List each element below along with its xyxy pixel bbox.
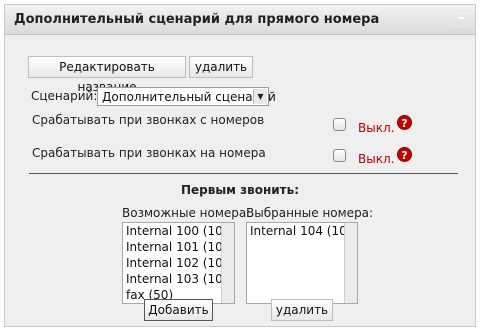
help-icon[interactable]: ?	[397, 147, 412, 162]
add-number-button[interactable]: Добавить	[144, 299, 213, 321]
list-item[interactable]: Internal 100 (100)	[123, 223, 234, 239]
list-item[interactable]: Internal 102 (102)	[123, 255, 234, 271]
collapse-icon[interactable]: –	[453, 10, 470, 27]
list-item[interactable]: Internal 103 (103)	[123, 271, 234, 287]
trigger-from-label: Срабатывать при звонках с номеров	[32, 113, 265, 127]
trigger-from-checkbox[interactable]	[333, 118, 346, 131]
list-item[interactable]: Internal 101 (101)	[123, 239, 234, 255]
scenario-panel: Дополнительный сценарий для прямого номе…	[4, 4, 476, 327]
panel-title: Дополнительный сценарий для прямого номе…	[14, 12, 380, 27]
scenario-label: Сценарий:	[31, 89, 98, 103]
edit-name-button[interactable]: Редактировать название	[28, 56, 186, 94]
chevron-down-icon: ▼	[253, 89, 267, 104]
selected-numbers-list[interactable]: Internal 104 (104)	[246, 222, 358, 304]
help-icon[interactable]: ?	[397, 115, 412, 130]
scenario-select[interactable]: Дополнительный сценарий ▼	[97, 87, 276, 106]
panel-header: Дополнительный сценарий для прямого номе…	[5, 5, 475, 35]
first-call-heading: Первым звонить:	[180, 183, 300, 197]
list-item[interactable]: Internal 104 (104)	[247, 223, 357, 239]
scrollbar[interactable]	[344, 223, 357, 303]
divider	[29, 173, 458, 174]
trigger-to-checkbox[interactable]	[333, 149, 346, 162]
scenario-select-value: Дополнительный сценарий	[102, 90, 276, 104]
available-numbers-label: Возможные номера:	[122, 206, 251, 220]
scrollbar[interactable]	[221, 223, 234, 303]
trigger-to-status: Выкл.	[358, 152, 395, 166]
delete-scenario-button[interactable]: удалить	[189, 56, 253, 78]
selected-numbers-label: Выбранные номера:	[246, 206, 374, 220]
trigger-to-label: Срабатывать при звонках на номера	[32, 146, 266, 160]
trigger-from-status: Выкл.	[358, 121, 395, 135]
remove-number-button[interactable]: удалить	[271, 299, 333, 321]
available-numbers-list[interactable]: Internal 100 (100) Internal 101 (101) In…	[122, 222, 235, 304]
